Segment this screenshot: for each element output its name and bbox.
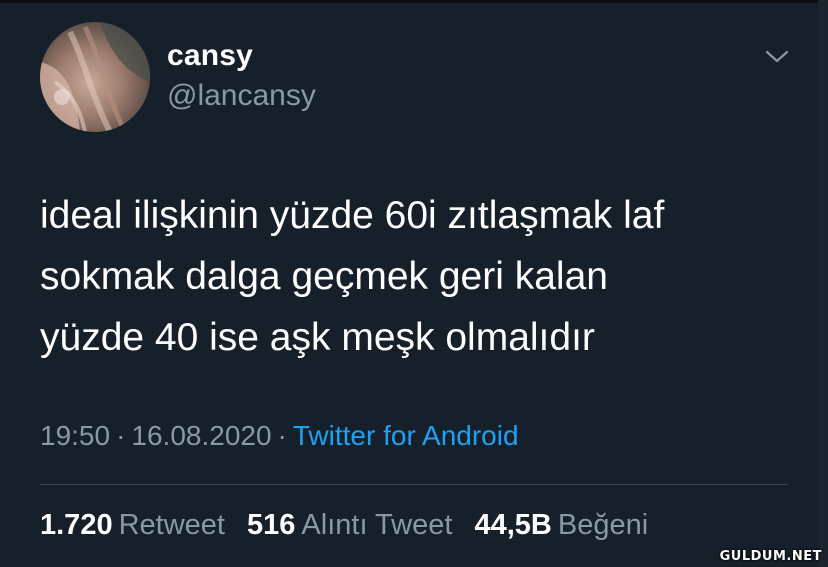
tweet-stats: 1.720 Retweet 516 Alıntı Tweet 44,5B Beğeni: [40, 509, 662, 542]
quote-tweet-count: 516: [247, 509, 296, 541]
like-count: 44,5B: [474, 509, 552, 541]
retweet-label: Retweet: [118, 509, 225, 541]
separator: ·: [116, 420, 126, 451]
avatar[interactable]: [40, 22, 150, 132]
avatar-photo: [40, 22, 150, 132]
tweet-line: ideal ilişkinin yüzde 60i zıtlaşmak laf: [40, 194, 665, 237]
like-label: Beğeni: [557, 509, 649, 541]
quote-tweet-stat[interactable]: 516 Alıntı Tweet: [247, 509, 452, 542]
retweet-count: 1.720: [40, 509, 113, 541]
watermark: GULDUM.NET: [719, 549, 822, 564]
separator: ·: [277, 420, 287, 451]
divider: [40, 484, 788, 485]
user-handle[interactable]: @lancansy: [167, 79, 316, 113]
display-name[interactable]: cansy: [167, 39, 253, 73]
top-edge: [0, 0, 828, 3]
tweet-metadata: 19:50 · 16.08.2020 · Twitter for Android: [40, 420, 519, 452]
tweet-text: ideal ilişkinin yüzde 60i zıtlaşmak laf …: [40, 185, 780, 368]
like-stat[interactable]: 44,5B Beğeni: [474, 509, 648, 542]
tweet-time[interactable]: 19:50: [40, 420, 110, 451]
tweet-line: sokmak dalga geçmek geri kalan: [40, 255, 608, 298]
retweet-stat[interactable]: 1.720 Retweet: [40, 509, 225, 542]
chevron-down-icon: [765, 50, 789, 63]
scrollbar[interactable]: [818, 0, 828, 567]
tweet-source-link[interactable]: Twitter for Android: [293, 420, 519, 451]
tweet-menu-button[interactable]: [762, 42, 792, 72]
quote-tweet-label: Alıntı Tweet: [301, 509, 453, 541]
tweet-line: yüzde 40 ise aşk meşk olmalıdır: [40, 316, 595, 359]
tweet-date[interactable]: 16.08.2020: [131, 420, 271, 451]
